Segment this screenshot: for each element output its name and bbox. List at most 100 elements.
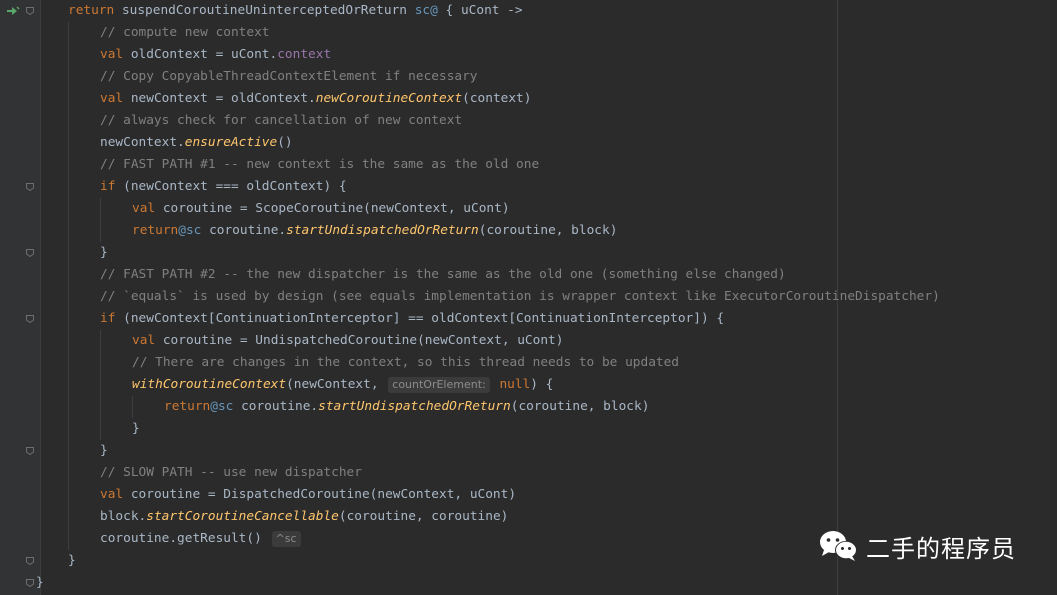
- watermark-text: 二手的程序员: [866, 534, 1016, 563]
- suspend-call-icon[interactable]: [6, 4, 20, 18]
- code-token: // SLOW PATH -- use new dispatcher: [100, 465, 362, 480]
- code-line[interactable]: val coroutine = UndispatchedCoroutine(ne…: [132, 330, 563, 352]
- code-token: val: [100, 47, 131, 62]
- code-token: context: [277, 47, 332, 62]
- code-token: return: [68, 3, 122, 18]
- code-token: newCoroutineContext: [315, 91, 463, 106]
- fold-marker-icon[interactable]: [26, 7, 34, 15]
- code-token: }: [36, 575, 44, 590]
- code-line[interactable]: }: [132, 418, 140, 440]
- code-line[interactable]: // `equals` is used by design (see equal…: [100, 286, 940, 308]
- indent-guide: [100, 330, 101, 440]
- code-token: (coroutine, block): [478, 223, 618, 238]
- gutter-separator: [40, 0, 41, 595]
- code-line[interactable]: return suspendCoroutineUninterceptedOrRe…: [68, 0, 523, 22]
- code-line[interactable]: // FAST PATH #1 -- new context is the sa…: [100, 154, 539, 176]
- indent-guide: [100, 198, 101, 242]
- code-token: startUndispatchedOrReturn: [286, 223, 479, 238]
- code-token: (newContext,: [286, 377, 387, 392]
- code-token: coroutine.: [233, 399, 319, 414]
- wechat-icon: [820, 531, 857, 561]
- code-token: // compute new context: [100, 25, 270, 40]
- code-line[interactable]: // There are changes in the context, so …: [132, 352, 679, 374]
- code-line[interactable]: val coroutine = ScopeCoroutine(newContex…: [132, 198, 510, 220]
- code-token: coroutine = UndispatchedCoroutine(newCon…: [162, 333, 564, 348]
- code-line[interactable]: // SLOW PATH -- use new dispatcher: [100, 462, 362, 484]
- code-token: @sc: [210, 399, 234, 414]
- code-token: return: [132, 223, 179, 238]
- code-token: (): [277, 135, 293, 150]
- code-line[interactable]: val newContext = oldContext.newCoroutine…: [100, 88, 531, 110]
- fold-marker-icon[interactable]: [26, 579, 34, 587]
- code-token: ensureActive: [184, 135, 278, 150]
- code-line[interactable]: return@sc coroutine.startUndispatchedOrR…: [164, 396, 649, 418]
- code-line[interactable]: // compute new context: [100, 22, 270, 44]
- code-line[interactable]: // FAST PATH #2 -- the new dispatcher is…: [100, 264, 786, 286]
- code-token: coroutine.: [201, 223, 287, 238]
- code-line[interactable]: if (newContext === oldContext) {: [100, 176, 347, 198]
- code-token: // There are changes in the context, so …: [132, 355, 680, 370]
- code-token: // FAST PATH #1 -- new context is the sa…: [100, 157, 540, 172]
- code-token: coroutine.getResult(): [100, 531, 270, 546]
- fold-marker-icon[interactable]: [26, 315, 34, 323]
- inlay-hint: ^sc: [271, 530, 301, 547]
- code-token: (context): [462, 91, 532, 106]
- code-token: val: [100, 91, 131, 106]
- code-line[interactable]: }: [36, 572, 44, 594]
- code-token: suspendCoroutineUninterceptedOrReturn: [121, 3, 415, 18]
- code-line[interactable]: // Copy CopyableThreadContextElement if …: [100, 66, 478, 88]
- code-line[interactable]: return@sc coroutine.startUndispatchedOrR…: [132, 220, 617, 242]
- code-line[interactable]: if (newContext[ContinuationInterceptor] …: [100, 308, 724, 330]
- editor-gutter: [0, 0, 40, 595]
- code-line[interactable]: block.startCoroutineCancellable(coroutin…: [100, 506, 508, 528]
- code-token: null: [491, 377, 531, 392]
- code-token: (coroutine, coroutine): [338, 509, 509, 524]
- fold-marker-icon[interactable]: [26, 557, 34, 565]
- code-token: val: [132, 333, 163, 348]
- code-token: startCoroutineCancellable: [146, 509, 339, 524]
- code-line[interactable]: withCoroutineContext(newContext, countOr…: [132, 374, 553, 396]
- code-token: (coroutine, block): [510, 399, 650, 414]
- code-token: startUndispatchedOrReturn: [318, 399, 511, 414]
- code-token: // FAST PATH #2 -- the new dispatcher is…: [100, 267, 786, 282]
- code-token: val: [100, 487, 131, 502]
- code-token: sc@: [414, 3, 438, 18]
- code-token: // always check for cancellation of new …: [100, 113, 463, 128]
- code-token: withCoroutineContext: [132, 377, 287, 392]
- code-token: @sc: [178, 223, 202, 238]
- fold-marker-icon[interactable]: [26, 183, 34, 191]
- code-line[interactable]: coroutine.getResult() ^sc: [100, 528, 303, 550]
- code-token: // `equals` is used by design (see equal…: [100, 289, 940, 304]
- code-token: newContext.: [100, 135, 185, 150]
- code-token: coroutine = ScopeCoroutine(newContext, u…: [162, 201, 510, 216]
- code-line[interactable]: // always check for cancellation of new …: [100, 110, 462, 132]
- code-token: // Copy CopyableThreadContextElement if …: [100, 69, 478, 84]
- code-token: coroutine = DispatchedCoroutine(newConte…: [130, 487, 517, 502]
- indent-guide: [132, 396, 133, 418]
- code-token: oldContext = uCont.: [130, 47, 278, 62]
- code-token: if: [100, 179, 124, 194]
- code-token: }: [100, 443, 108, 458]
- indent-guide: [68, 22, 69, 550]
- code-token: }: [132, 421, 140, 436]
- code-line[interactable]: val oldContext = uCont.context: [100, 44, 331, 66]
- code-line[interactable]: }: [100, 440, 108, 462]
- code-token: }: [100, 245, 108, 260]
- code-token: }: [68, 553, 76, 568]
- code-token: val: [132, 201, 163, 216]
- fold-marker-icon[interactable]: [26, 447, 34, 455]
- code-line[interactable]: newContext.ensureActive(): [100, 132, 293, 154]
- code-token: if: [100, 311, 124, 326]
- inlay-hint: countOrElement:: [388, 376, 490, 393]
- code-line[interactable]: }: [100, 242, 108, 264]
- code-token: (newContext[ContinuationInterceptor] == …: [123, 311, 725, 326]
- code-token: (newContext === oldContext) {: [123, 179, 347, 194]
- code-token: ) {: [530, 377, 554, 392]
- code-line[interactable]: }: [68, 550, 76, 572]
- code-token: block.: [100, 509, 147, 524]
- code-line[interactable]: val coroutine = DispatchedCoroutine(newC…: [100, 484, 516, 506]
- code-token: return: [164, 399, 211, 414]
- watermark: 二手的程序员: [818, 528, 1016, 564]
- fold-marker-icon[interactable]: [26, 249, 34, 257]
- code-token: { uCont ->: [437, 3, 523, 18]
